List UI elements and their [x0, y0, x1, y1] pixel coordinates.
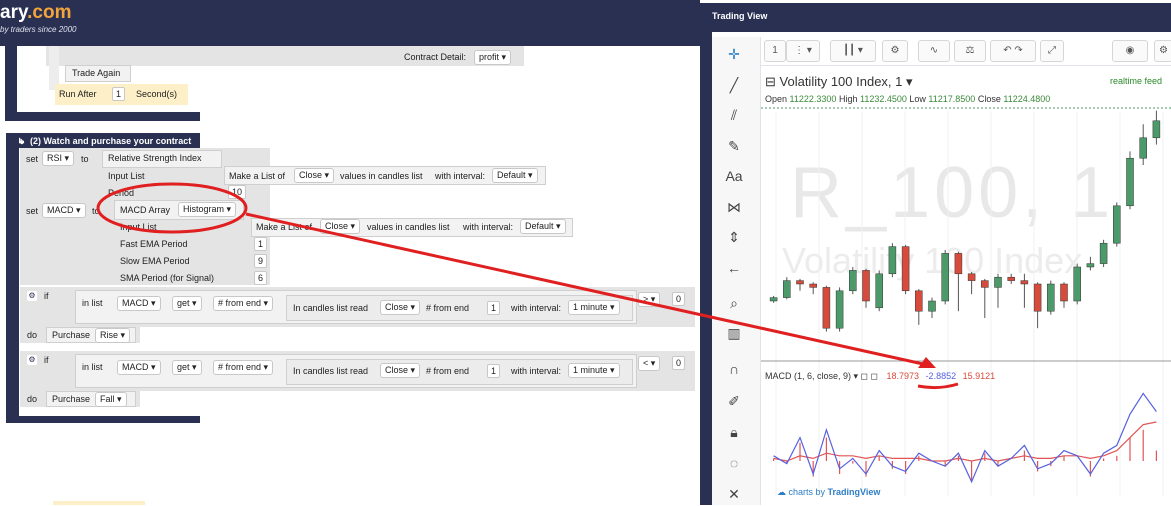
- highlight-ellipse: [96, 182, 248, 234]
- annotation-arrow-line: [245, 212, 933, 368]
- underline-mark: [917, 382, 959, 390]
- annotation-overlay: [96, 182, 959, 390]
